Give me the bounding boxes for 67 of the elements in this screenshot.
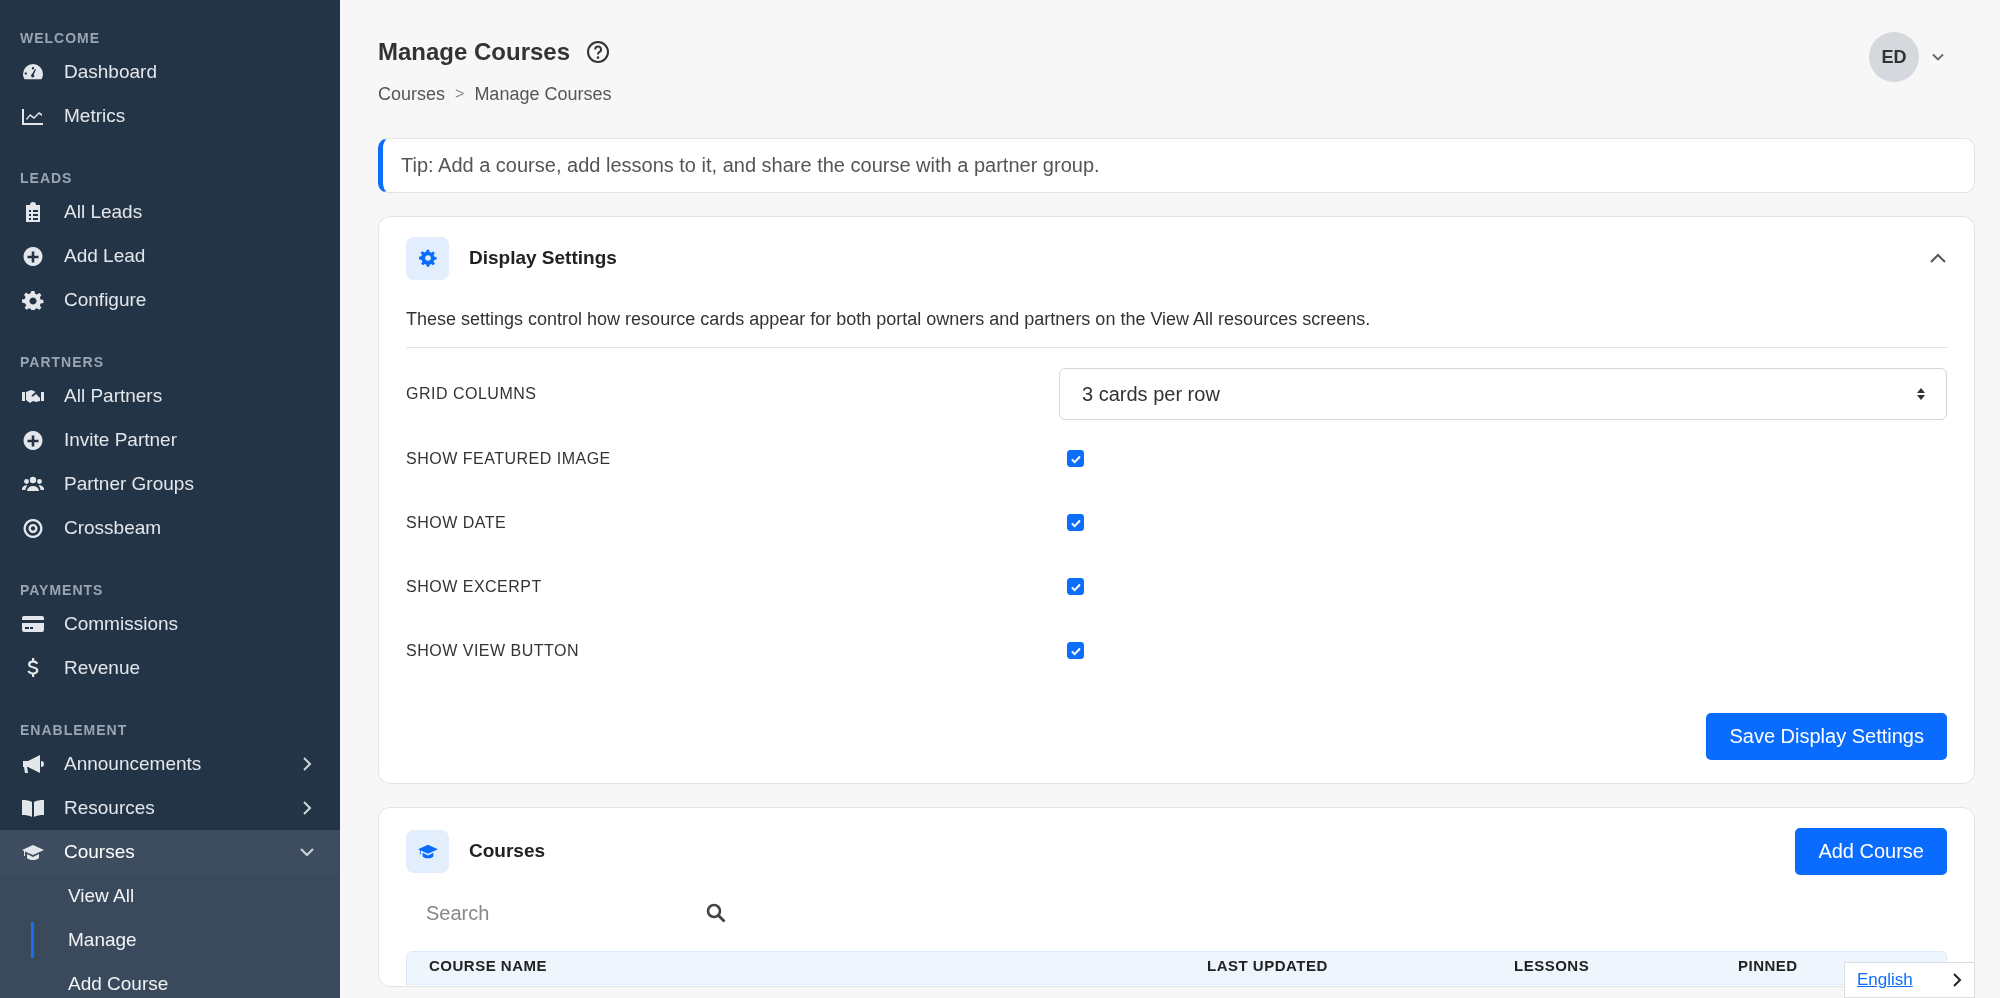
page-title: Manage Courses [378, 38, 571, 67]
sidebar-item[interactable]: Announcements [0, 742, 340, 786]
save-button[interactable]: Save Display Settings [1706, 712, 1947, 760]
checkbox[interactable] [1067, 642, 1084, 660]
setting-label: GRID COLUMNS [406, 383, 538, 404]
section-heading: WELCOME [19, 29, 102, 48]
graduation-cap-icon [22, 842, 44, 862]
checkbox[interactable] [1067, 514, 1084, 532]
sidebar-item[interactable]: Resources [0, 786, 340, 830]
sidebar-item[interactable]: Commissions [0, 602, 340, 646]
section-heading: LEADS [19, 169, 74, 188]
section-heading: ENABLEMENT [19, 721, 129, 740]
sort-arrows-icon [1916, 386, 1926, 401]
chevron-down-icon [300, 845, 314, 859]
sidebar-item[interactable]: Crossbeam [0, 506, 340, 550]
column-header: PINNED [1738, 956, 1799, 977]
sidebar-item[interactable]: Add Lead [0, 234, 340, 278]
checkbox[interactable] [1067, 450, 1084, 468]
breadcrumb-separator: > [455, 84, 465, 105]
breadcrumb-current: Manage Courses [474, 82, 612, 106]
target-icon [22, 518, 44, 538]
sidebar-item[interactable]: All Partners [0, 374, 340, 418]
search-field[interactable]: Search [406, 897, 706, 928]
add-course-button[interactable]: Add Course [1795, 827, 1947, 875]
checkbox[interactable] [1067, 578, 1084, 596]
chevron-right-icon [300, 801, 314, 815]
sidebar-item[interactable]: Dashboard [0, 50, 340, 94]
sidebar-subitem[interactable]: Add Course [0, 962, 340, 998]
sidebar-item[interactable]: All Leads [0, 190, 340, 234]
sidebar-item[interactable]: Invite Partner [0, 418, 340, 462]
tip-banner: Tip: Add a course, add lessons to it, and share the course with a partner group. [378, 137, 1975, 193]
sidebar-item[interactable]: Metrics [0, 94, 340, 138]
users-icon [22, 474, 44, 494]
card-title: Display Settings [469, 246, 617, 271]
gauge-icon [22, 62, 44, 82]
book-icon [22, 798, 44, 818]
select-field[interactable]: 3 cards per row [1059, 367, 1947, 420]
line-chart-icon [22, 106, 44, 126]
megaphone-icon [22, 754, 44, 774]
chevron-right-icon [1952, 973, 1962, 987]
search-icon [706, 902, 726, 923]
setting-label: SHOW VIEW BUTTON [406, 640, 581, 661]
chevron-right-icon [300, 757, 314, 771]
description-text: These settings control how resource cards appear for both portal owners and partners on the View All resources screens. [406, 305, 1947, 348]
breadcrumb-link[interactable]: Courses [378, 80, 446, 108]
gear-badge-icon [406, 236, 449, 280]
section-heading: PAYMENTS [19, 581, 105, 600]
user-avatar[interactable]: ED [1869, 32, 1919, 82]
sidebar-item[interactable]: Configure [0, 278, 340, 322]
sidebar-item[interactable]: Revenue [0, 646, 340, 690]
chevron-up-icon[interactable] [1929, 252, 1947, 265]
card-title: Courses [469, 839, 546, 864]
column-header: COURSE NAME [429, 956, 548, 977]
help-icon [586, 40, 611, 65]
setting-label: SHOW FEATURED IMAGE [406, 448, 612, 469]
language-link[interactable]: English [1857, 967, 1913, 993]
sidebar-subitem[interactable]: View All [0, 874, 340, 918]
graduation-cap-badge-icon [406, 829, 449, 873]
setting-label: SHOW DATE [406, 512, 508, 533]
credit-card-icon [22, 614, 44, 634]
setting-label: SHOW EXCERPT [406, 576, 543, 597]
section-heading: PARTNERS [19, 353, 105, 372]
column-header: LESSONS [1514, 956, 1591, 977]
sidebar-item[interactable]: Partner Groups [0, 462, 340, 506]
gear-icon [22, 290, 44, 310]
column-header: LAST UPDATED [1207, 956, 1329, 977]
sidebar-subitem[interactable]: Manage [0, 918, 340, 962]
